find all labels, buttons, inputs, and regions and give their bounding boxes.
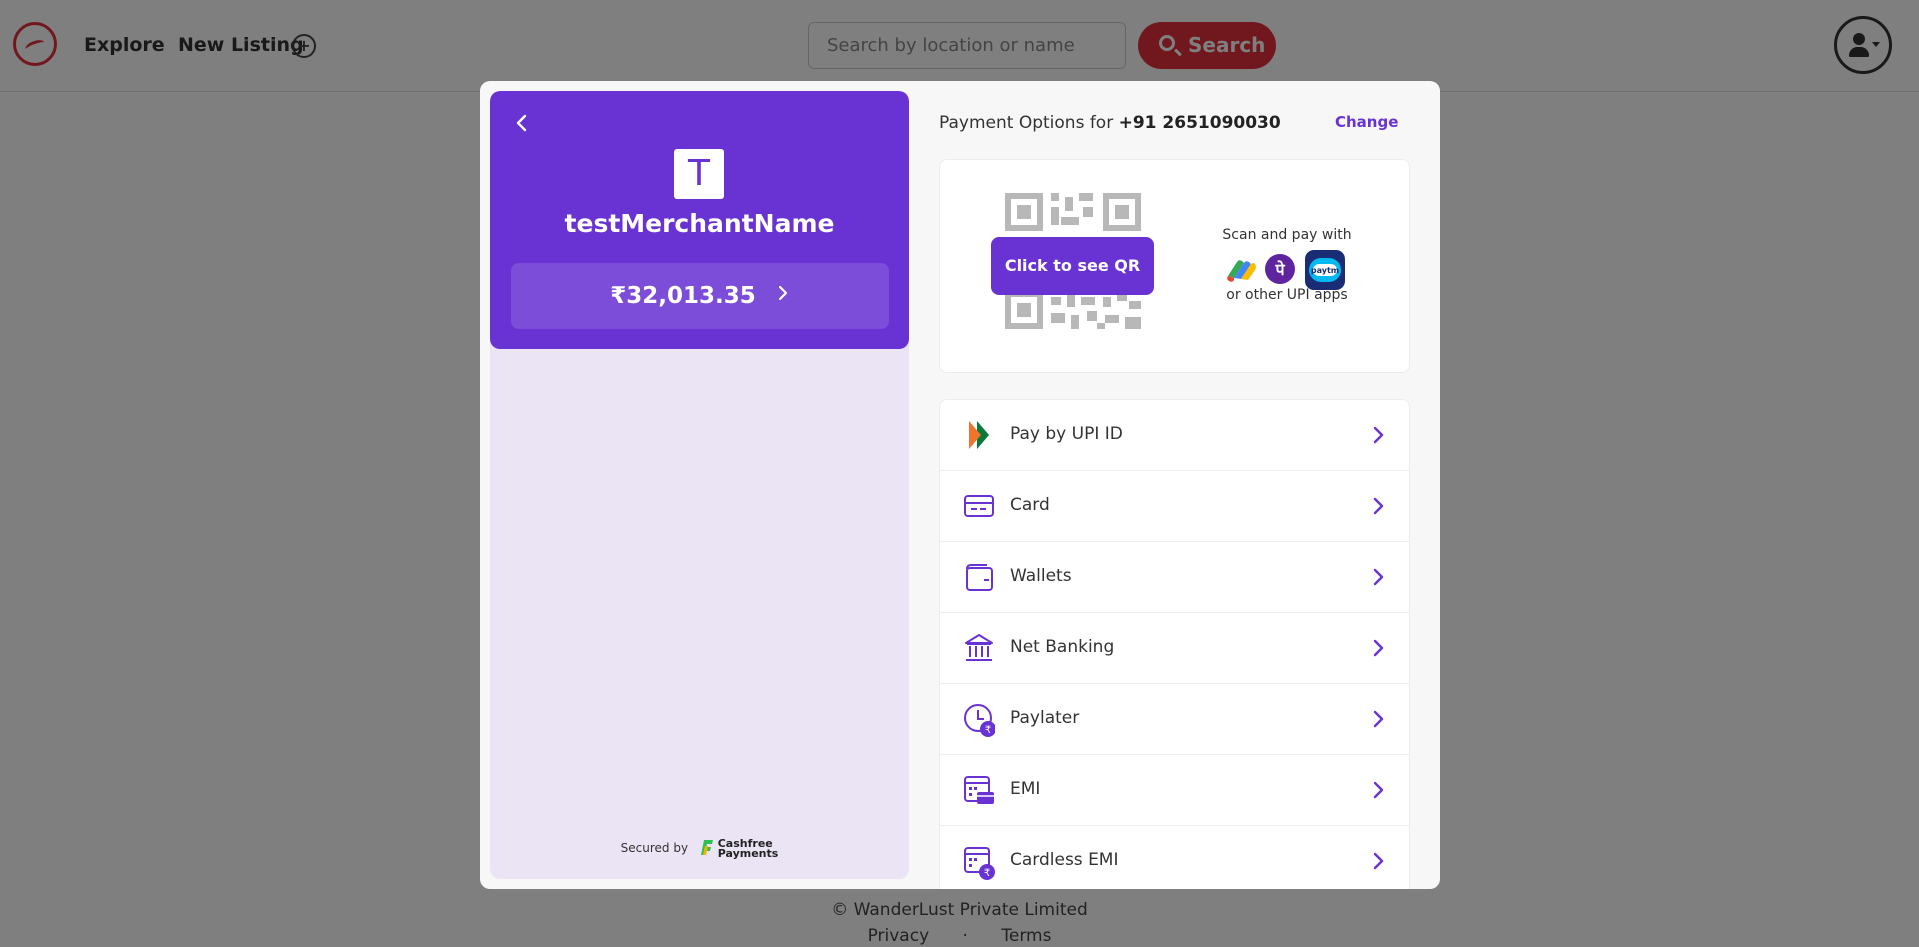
upi-icon	[963, 419, 995, 451]
payment-option-wallets[interactable]: Wallets	[940, 542, 1409, 613]
checkout-modal: T testMerchantName ₹32,013.35 Secured by…	[480, 81, 1440, 889]
chevron-right-icon	[1368, 638, 1388, 658]
card-icon	[963, 490, 995, 522]
svg-text:₹: ₹	[985, 725, 991, 736]
merchant-name: testMerchantName	[564, 209, 835, 238]
svg-text:₹: ₹	[984, 868, 990, 879]
payment-option-label: Paylater	[1010, 708, 1080, 728]
wallet-icon	[963, 561, 995, 593]
google-pay-icon	[1224, 256, 1258, 288]
scan-pay-text: Scan and pay with	[1222, 227, 1352, 243]
chevron-right-icon	[1368, 496, 1388, 516]
cardless-emi-icon: ₹	[963, 845, 995, 880]
chevron-right-icon	[1368, 425, 1388, 445]
payment-options-panel: Payment Options for +91 2651090030 Chang…	[939, 81, 1429, 889]
payment-option-emi[interactable]: EMI	[940, 755, 1409, 826]
chevron-right-icon	[776, 262, 790, 328]
secured-by-footer: Secured by Cashfree Payments	[490, 838, 909, 859]
payment-option-cardless-emi[interactable]: ₹ Cardless EMI	[940, 826, 1409, 889]
bank-icon	[963, 632, 995, 664]
payment-option-net-banking[interactable]: Net Banking	[940, 613, 1409, 684]
svg-text:पे: पे	[1274, 260, 1285, 279]
other-upi-apps-text: or other UPI apps	[1226, 287, 1348, 303]
payment-options-label: Payment Options for	[939, 113, 1114, 133]
emi-icon	[963, 774, 995, 806]
paylater-icon: ₹	[963, 703, 996, 737]
merchant-header: T testMerchantName ₹32,013.35	[490, 91, 909, 349]
show-qr-button[interactable]: Click to see QR	[991, 237, 1154, 295]
cashfree-wordmark-line2: Payments	[717, 846, 779, 860]
chevron-right-icon	[1368, 851, 1388, 871]
payment-option-label: Net Banking	[1010, 637, 1115, 657]
chevron-right-icon	[1368, 780, 1388, 800]
payment-option-label: Card	[1010, 495, 1050, 515]
payment-option-card[interactable]: Card	[940, 471, 1409, 542]
payment-option-label: Pay by UPI ID	[1010, 424, 1123, 444]
cashfree-wordmark: Cashfree Payments	[717, 838, 779, 860]
payment-option-label: EMI	[1010, 779, 1041, 799]
merchant-logo: T	[674, 149, 724, 199]
back-arrow-icon[interactable]	[510, 111, 534, 135]
payment-methods-list: Pay by UPI ID Card Wallets Net Banking ₹…	[939, 399, 1410, 889]
payment-option-paylater[interactable]: ₹ Paylater	[940, 684, 1409, 755]
order-summary-panel: T testMerchantName ₹32,013.35 Secured by…	[490, 91, 909, 879]
svg-text:paytm: paytm	[1311, 266, 1339, 275]
cashfree-logo-icon	[700, 838, 714, 859]
customer-phone: +91 2651090030	[1118, 113, 1281, 133]
payment-option-label: Cardless EMI	[1010, 850, 1119, 870]
upi-qr-card: Click to see QR Scan and pay with पे pay…	[939, 159, 1410, 373]
payment-option-label: Wallets	[1010, 566, 1072, 586]
payment-options-heading: Payment Options for +91 2651090030	[939, 113, 1281, 133]
order-amount-button[interactable]: ₹32,013.35	[511, 263, 889, 329]
phonepe-icon: पे	[1264, 253, 1296, 289]
order-amount: ₹32,013.35	[610, 283, 756, 309]
secured-by-label: Secured by	[620, 841, 689, 855]
chevron-right-icon	[1368, 709, 1388, 729]
payment-option-upi[interactable]: Pay by UPI ID	[940, 400, 1409, 471]
change-phone-link[interactable]: Change	[1335, 113, 1398, 131]
chevron-right-icon	[1368, 567, 1388, 587]
